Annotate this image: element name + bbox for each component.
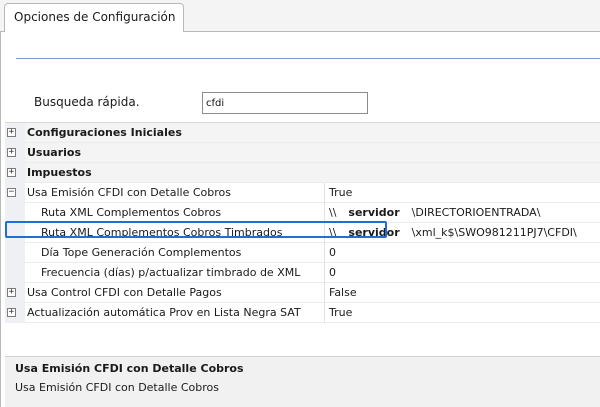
column-separator <box>324 183 325 203</box>
property-value[interactable]: False <box>329 283 357 302</box>
column-separator <box>324 263 325 283</box>
property-name: Ruta XML Complementos Cobros Timbrados <box>41 226 283 239</box>
grid-property-row[interactable]: Día Tope Generación Complementos 0 <box>5 243 600 263</box>
row-gutter <box>5 243 25 263</box>
tab-opciones-configuracion[interactable]: Opciones de Configuración <box>4 3 184 32</box>
row-gutter <box>5 203 25 223</box>
expand-icon[interactable]: + <box>7 168 16 177</box>
grid-property-row[interactable]: Ruta XML Complementos Cobros Timbrados \\… <box>5 223 600 243</box>
expand-icon[interactable]: + <box>7 128 16 137</box>
path-server: servidor <box>348 206 400 219</box>
property-value[interactable]: \\ servidor \xml_k$\SWO981211PJ7\CFDI\ <box>329 223 577 242</box>
expand-icon[interactable]: + <box>7 148 16 157</box>
property-name: Usa Emisión CFDI con Detalle Cobros <box>27 186 231 199</box>
column-separator <box>324 223 325 243</box>
header-divider <box>16 58 600 59</box>
column-separator <box>324 283 325 303</box>
grid-property-row[interactable]: + Usa Control CFDI con Detalle Pagos False <box>5 283 600 303</box>
search-input[interactable] <box>202 92 368 114</box>
collapse-icon[interactable]: − <box>7 188 16 197</box>
row-gutter <box>5 263 25 283</box>
grid-category-row[interactable]: + Usuarios <box>5 143 600 163</box>
property-name: Configuraciones Iniciales <box>27 126 182 139</box>
grid-property-row[interactable]: Ruta XML Complementos Cobros \\ servidor \D… <box>5 203 600 223</box>
path-prefix: \\ <box>329 226 337 239</box>
property-name: Frecuencia (días) p/actualizar timbrado … <box>41 266 301 279</box>
property-value[interactable]: 0 <box>329 243 336 262</box>
property-value[interactable]: 0 <box>329 263 336 282</box>
column-separator <box>324 203 325 223</box>
property-name: Usuarios <box>27 146 82 159</box>
expand-icon[interactable]: + <box>7 308 16 317</box>
grid-property-row[interactable]: + Actualización automática Prov en Lista … <box>5 303 600 323</box>
property-name: Actualización automática Prov en Lista N… <box>27 306 301 319</box>
property-name: Día Tope Generación Complementos <box>41 246 242 259</box>
tab-strip: Opciones de Configuración <box>0 0 600 32</box>
column-separator <box>324 303 325 323</box>
property-value[interactable]: \\ servidor \DIRECTORIOENTRADA\ <box>329 203 540 222</box>
property-name: Ruta XML Complementos Cobros <box>41 206 222 219</box>
grid-category-row[interactable]: + Impuestos <box>5 163 600 183</box>
tab-label: Opciones de Configuración <box>14 10 176 24</box>
path-suffix: \xml_k$\SWO981211PJ7\CFDI\ <box>411 226 577 239</box>
path-prefix: \\ <box>329 206 337 219</box>
property-name: Usa Control CFDI con Detalle Pagos <box>27 286 222 299</box>
search-label: Busqueda rápida. <box>34 95 140 109</box>
grid-property-row[interactable]: − Usa Emisión CFDI con Detalle Cobros True <box>5 183 600 203</box>
path-suffix: \DIRECTORIOENTRADA\ <box>411 206 541 219</box>
grid-category-row[interactable]: + Configuraciones Iniciales <box>5 123 600 143</box>
property-grid: + Configuraciones Iniciales + Usuarios + Impu… <box>5 122 600 355</box>
expand-icon[interactable]: + <box>7 288 16 297</box>
column-separator <box>324 243 325 263</box>
property-value[interactable]: True <box>329 303 352 322</box>
description-body: Usa Emisión CFDI con Detalle Cobros <box>15 381 219 394</box>
path-server: servidor <box>348 226 400 239</box>
description-panel: Usa Emisión CFDI con Detalle Cobros Usa … <box>5 356 600 407</box>
grid-property-row[interactable]: Frecuencia (días) p/actualizar timbrado … <box>5 263 600 283</box>
property-name: Impuestos <box>27 166 92 179</box>
row-gutter <box>5 223 25 243</box>
property-value[interactable]: True <box>329 183 352 202</box>
description-title: Usa Emisión CFDI con Detalle Cobros <box>15 362 244 375</box>
